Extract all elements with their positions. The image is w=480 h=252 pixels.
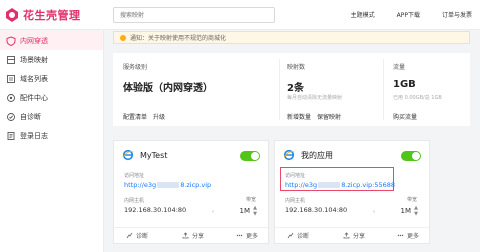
access-url-link[interactable]: http://e3g 8.zicp.vip <box>124 181 211 189</box>
url-suffix: 8.zicp.vip <box>180 181 212 189</box>
upgrade-link[interactable]: 升级 <box>153 114 165 121</box>
share-icon <box>343 232 350 239</box>
chevron-left-icon[interactable]: ‹ <box>212 209 214 215</box>
card-actions: 诊断 分享 更多 <box>114 227 268 243</box>
divider <box>279 59 280 120</box>
stat-sub: 已用 0.00GB/总 1GB <box>393 95 442 101</box>
bandwidth-label: 带宽 <box>245 197 256 203</box>
top-bar: 花生壳管理 主题模式 APP下载 订单与发票 <box>0 0 480 30</box>
sidebar-item-domains[interactable]: 域名列表 <box>0 69 103 88</box>
stat-value: 体验版（内网穿透） <box>123 83 213 94</box>
gear-icon <box>7 93 15 102</box>
sidebar-item-label: 自诊断 <box>20 112 41 121</box>
diagnose-icon <box>126 232 133 239</box>
nav-theme-mode[interactable]: 主题模式 <box>351 10 375 19</box>
keep-mapping-link[interactable]: 保留映射 <box>317 114 341 121</box>
share-button[interactable]: 分享 <box>182 231 204 240</box>
share-button[interactable]: 分享 <box>343 231 365 240</box>
sidebar-item-login-log[interactable]: 登录日志 <box>0 126 103 145</box>
bandwidth-down-icon[interactable]: ▼ <box>253 211 257 217</box>
notice-bar[interactable]: 通知：关于映射使用不规范的商城化 <box>113 31 470 44</box>
sidebar-item-intranet[interactable]: 内网穿透 <box>0 31 103 50</box>
sidebar-item-label: 场景映射 <box>20 55 48 64</box>
diagnose-icon <box>287 232 294 239</box>
card-actions: 诊断 分享 更多 <box>275 227 429 243</box>
sidebar-item-scene[interactable]: 场景映射 <box>0 50 103 69</box>
sidebar: 内网穿透 场景映射 域名列表 配件中心 自诊断 登录日志 <box>0 31 104 252</box>
stat-label: 流量 <box>393 64 406 71</box>
enable-toggle[interactable] <box>401 151 421 161</box>
share-label: 分享 <box>353 233 366 240</box>
url-prefix: http://e3g <box>285 181 318 189</box>
notice-icon <box>120 34 126 41</box>
config-list-link[interactable]: 配置清单 <box>123 114 147 121</box>
logo[interactable]: 花生壳管理 <box>4 7 81 23</box>
search-input[interactable] <box>114 8 274 22</box>
nav-app-download[interactable]: APP下载 <box>397 10 420 19</box>
chevron-left-icon[interactable]: ‹ <box>373 209 375 215</box>
more-label: 更多 <box>246 233 259 240</box>
scene-icon <box>7 55 15 64</box>
stat-value: 2条 <box>287 83 304 94</box>
more-button[interactable]: 更多 <box>397 231 419 240</box>
notice-text: 通知：关于映射使用不规范的商城化 <box>130 35 227 42</box>
more-icon <box>397 234 404 237</box>
access-address-label: 访问地址 <box>285 173 306 179</box>
sidebar-item-label: 内网穿透 <box>20 36 48 45</box>
diagnose-button[interactable]: 诊断 <box>287 231 309 240</box>
intranet-host-value: 192.168.30.104:80 <box>124 206 187 214</box>
bandwidth-label: 带宽 <box>406 197 417 203</box>
diagnose-label: 诊断 <box>136 233 149 240</box>
ie-browser-icon <box>122 149 134 161</box>
redacted-block <box>318 182 341 188</box>
ie-browser-icon <box>283 149 295 161</box>
stat-value: 1GB <box>393 79 416 90</box>
peanut-logo-icon <box>6 8 18 22</box>
sidebar-item-accessories[interactable]: 配件中心 <box>0 88 103 107</box>
bandwidth-value: 1M <box>400 207 412 215</box>
buy-traffic-link[interactable]: 购买流量 <box>393 114 417 121</box>
share-icon <box>182 232 189 239</box>
sidebar-item-diagnose[interactable]: 自诊断 <box>0 107 103 126</box>
intranet-host-value: 192.168.30.104:80 <box>285 206 348 214</box>
sidebar-item-label: 登录日志 <box>20 131 48 140</box>
redacted-block <box>157 182 180 188</box>
stat-label: 映射数 <box>287 64 306 71</box>
diagnose-icon <box>7 112 15 121</box>
url-prefix: http://e3g <box>124 181 157 189</box>
card-title: MyTest <box>140 150 168 160</box>
sidebar-item-label: 域名列表 <box>20 74 48 83</box>
sidebar-item-label: 配件中心 <box>20 93 48 102</box>
diagnose-label: 诊断 <box>297 233 310 240</box>
search-box[interactable] <box>113 7 275 23</box>
intranet-host-label: 内网主机 <box>285 198 306 204</box>
tunnel-card[interactable]: MyTest 访问地址 http://e3g 8.zicp.vip 内网主机 19… <box>113 140 269 244</box>
share-label: 分享 <box>192 233 205 240</box>
domain-icon <box>7 74 15 83</box>
shield-icon <box>6 35 16 46</box>
add-quantity-link[interactable]: 新增数量 <box>287 114 311 121</box>
divider <box>383 59 384 120</box>
bandwidth-down-icon[interactable]: ▼ <box>414 211 418 217</box>
nav-orders-invoices[interactable]: 订单与发票 <box>442 10 472 19</box>
url-suffix: 8.zicp.vip:55688 <box>341 181 396 189</box>
access-address-label: 访问地址 <box>124 173 145 179</box>
logo-text: 花生壳管理 <box>23 9 81 22</box>
more-icon <box>236 234 243 237</box>
more-label: 更多 <box>407 233 420 240</box>
stat-sub: 每月自动清除无流量映射 <box>287 95 343 101</box>
stat-label: 服务级别 <box>123 64 148 71</box>
enable-toggle[interactable] <box>240 151 260 161</box>
card-title: 我的应用 <box>301 150 333 160</box>
service-stats-panel: 服务级别 体验版（内网穿透） 配置清单 升级 映射数 2条 每月自动清除无流量映射… <box>113 53 470 126</box>
log-icon <box>7 131 15 140</box>
intranet-host-label: 内网主机 <box>124 198 145 204</box>
access-url-link[interactable]: http://e3g 8.zicp.vip:55688 <box>285 181 395 189</box>
more-button[interactable]: 更多 <box>236 231 258 240</box>
diagnose-button[interactable]: 诊断 <box>126 231 148 240</box>
top-nav: 主题模式 APP下载 订单与发票 <box>329 10 472 19</box>
bandwidth-value: 1M <box>239 207 251 215</box>
tunnel-card[interactable]: 我的应用 访问地址 http://e3g 8.zicp.vip:55688 内网主… <box>274 140 430 244</box>
